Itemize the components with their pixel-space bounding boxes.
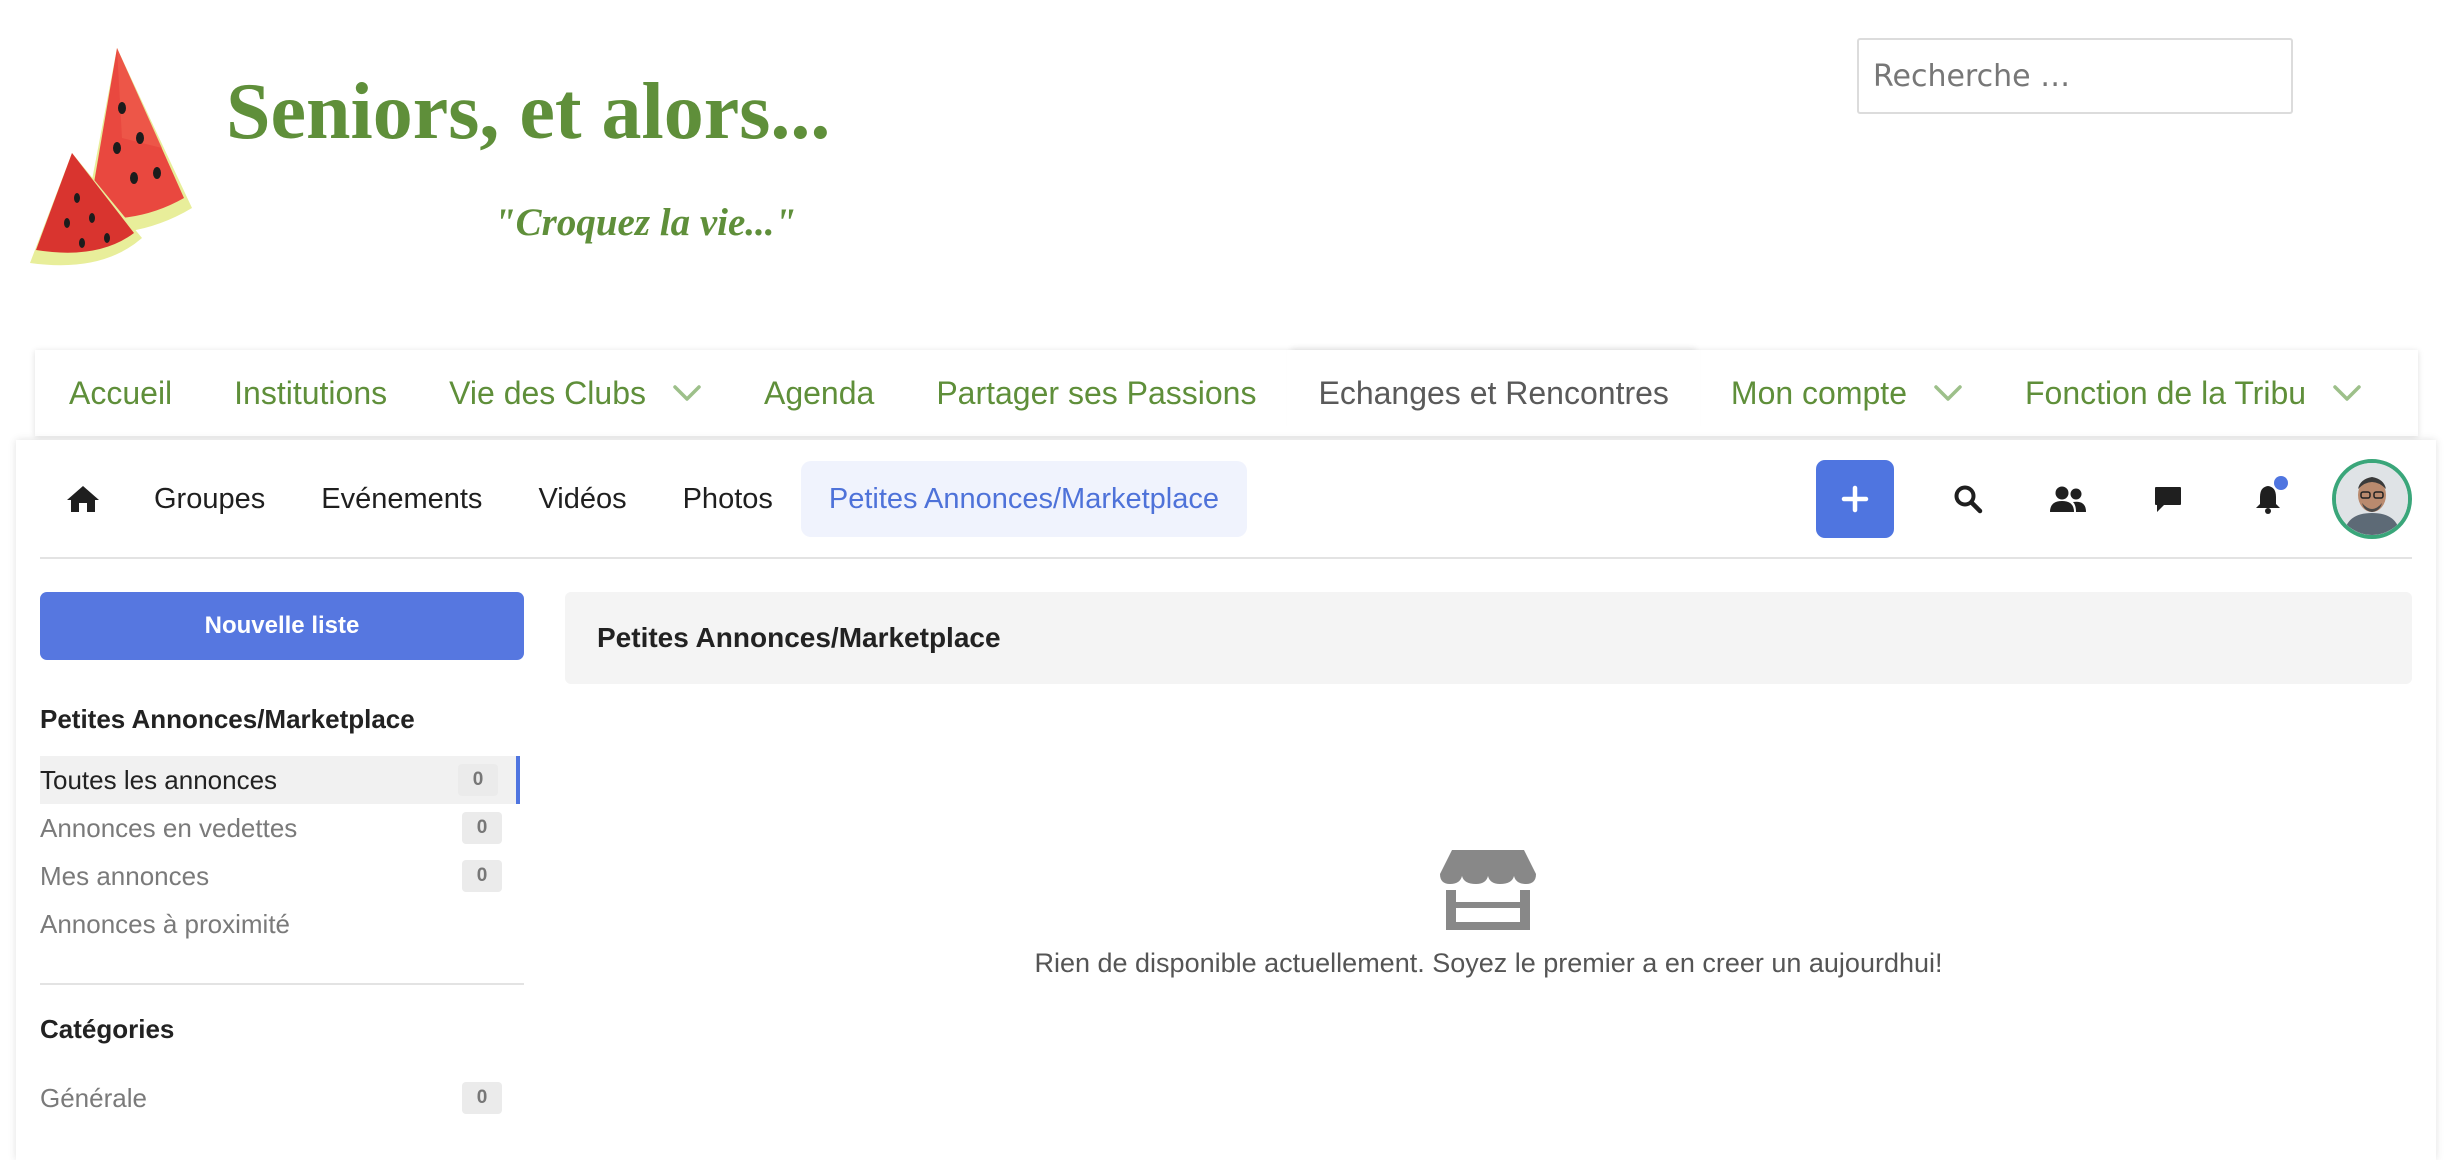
nav-label: Accueil xyxy=(69,374,173,411)
filter-my-listings[interactable]: Mes annonces 0 xyxy=(40,852,520,900)
notifications-button[interactable] xyxy=(2218,460,2318,538)
sidebar-divider xyxy=(40,983,524,985)
content-title: Petites Annonces/Marketplace xyxy=(565,592,2412,684)
main-nav: Accueil Institutions Vie des Clubs Agend… xyxy=(35,350,2418,436)
filter-label: Annonces en vedettes xyxy=(40,812,298,843)
search-icon xyxy=(1954,485,1983,514)
site-title[interactable]: Seniors, et alors... xyxy=(226,72,830,152)
category-generale[interactable]: Générale 0 xyxy=(40,1074,520,1122)
create-button[interactable] xyxy=(1816,460,1894,538)
search-button[interactable] xyxy=(1918,460,2018,538)
nav-item-vie-des-clubs[interactable]: Vie des Clubs xyxy=(418,350,733,436)
nav-item-accueil[interactable]: Accueil xyxy=(35,350,203,436)
filter-count: 0 xyxy=(462,812,502,844)
home-icon xyxy=(67,486,99,512)
tab-videos[interactable]: Vidéos xyxy=(510,461,654,537)
filter-label: Toutes les annonces xyxy=(40,764,278,795)
site-tagline: "Croquez la vie..." xyxy=(494,201,797,244)
site-search-input[interactable] xyxy=(1857,38,2293,114)
nav-item-agenda[interactable]: Agenda xyxy=(733,350,905,436)
chevron-down-icon[interactable] xyxy=(2332,383,2362,403)
notification-badge xyxy=(2274,476,2288,490)
nav-label: Partager ses Passions xyxy=(936,374,1257,411)
nav-item-fonction-de-la-tribu[interactable]: Fonction de la Tribu xyxy=(1994,350,2393,436)
nav-label: Echanges et Rencontres xyxy=(1318,374,1669,411)
tab-petites-annonces[interactable]: Petites Annonces/Marketplace xyxy=(800,461,1248,537)
nav-item-echanges-et-rencontres[interactable]: Echanges et Rencontres xyxy=(1287,350,1700,436)
nav-item-institutions[interactable]: Institutions xyxy=(203,350,418,436)
filter-label: Mes annonces xyxy=(40,860,210,891)
avatar-image xyxy=(2336,463,2408,535)
home-button[interactable] xyxy=(40,461,126,537)
new-listing-button[interactable]: Nouvelle liste xyxy=(40,592,524,660)
community-toolbar: Groupes Evénements Vidéos Photos Petites… xyxy=(40,440,2412,558)
nav-label: Agenda xyxy=(763,374,875,411)
store-icon xyxy=(1440,850,1536,930)
sidebar-section-title: Petites Annonces/Marketplace xyxy=(40,704,415,734)
category-label: Générale xyxy=(40,1082,147,1113)
category-count: 0 xyxy=(462,1082,502,1114)
nav-item-partager-ses-passions[interactable]: Partager ses Passions xyxy=(905,350,1287,436)
nav-label: Institutions xyxy=(234,374,388,411)
nav-label: Vie des Clubs xyxy=(449,374,646,411)
toolbar-divider xyxy=(40,557,2412,559)
filter-count: 0 xyxy=(458,764,498,796)
user-avatar[interactable] xyxy=(2332,459,2412,539)
tab-photos[interactable]: Photos xyxy=(655,461,801,537)
chevron-down-icon[interactable] xyxy=(1933,383,1963,403)
users-icon xyxy=(2050,486,2086,512)
site-logo[interactable] xyxy=(22,38,202,278)
messages-button[interactable] xyxy=(2118,460,2218,538)
filter-featured-listings[interactable]: Annonces en vedettes 0 xyxy=(40,804,520,852)
friends-button[interactable] xyxy=(2018,460,2118,538)
categories-title: Catégories xyxy=(40,1014,175,1044)
nav-item-mon-compte[interactable]: Mon compte xyxy=(1700,350,1994,436)
filter-nearby-listings[interactable]: Annonces à proximité xyxy=(40,900,520,948)
plus-icon xyxy=(1841,485,1869,513)
filter-label: Annonces à proximité xyxy=(40,908,291,939)
chat-icon xyxy=(2155,487,2181,512)
filter-count: 0 xyxy=(462,860,502,892)
tab-evenements[interactable]: Evénements xyxy=(293,461,510,537)
filter-all-listings[interactable]: Toutes les annonces 0 xyxy=(40,756,520,804)
nav-label: Fonction de la Tribu xyxy=(2024,374,2307,411)
nav-label: Mon compte xyxy=(1730,374,1907,411)
toolbar-actions xyxy=(1816,456,2412,542)
chevron-down-icon[interactable] xyxy=(672,383,702,403)
empty-state-message: Rien de disponible actuellement. Soyez l… xyxy=(1034,948,1943,978)
tab-groupes[interactable]: Groupes xyxy=(126,461,293,537)
